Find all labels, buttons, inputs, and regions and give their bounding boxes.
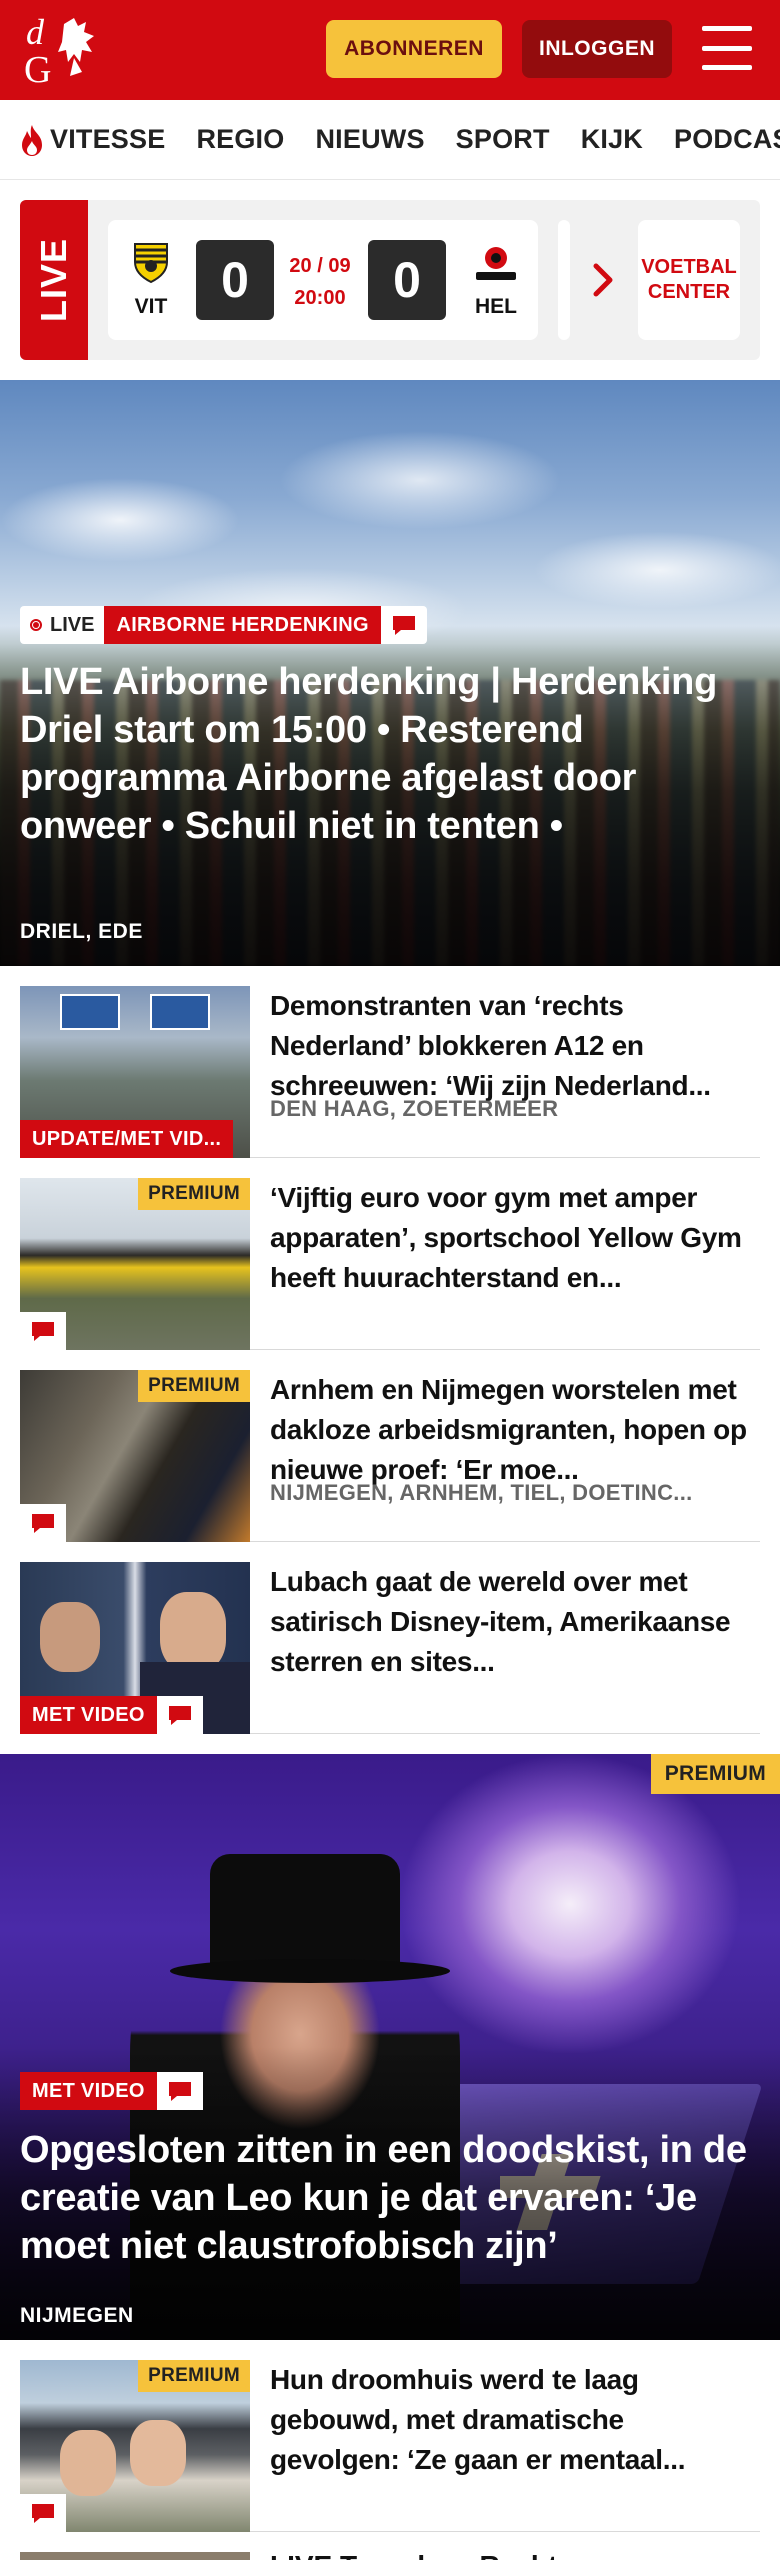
- site-logo[interactable]: d G: [20, 10, 116, 90]
- svg-text:d: d: [26, 12, 45, 52]
- nav-item-vitesse[interactable]: VITESSE: [18, 123, 165, 157]
- article-thumbnail: PREMIUM: [20, 1178, 250, 1350]
- article-list-2: PREMIUM Hun droomhuis werd te laag gebou…: [0, 2340, 780, 2532]
- nav-item-sport[interactable]: SPORT: [456, 124, 550, 155]
- comment-icon: [380, 606, 427, 644]
- feature-article[interactable]: PREMIUM MET VIDEO Opgesloten zitten in e…: [0, 1754, 780, 2340]
- dg-logo-icon: d G: [24, 12, 94, 90]
- article-headline[interactable]: LIVE Tweede ... Rechter...: [270, 2546, 606, 2560]
- list-item[interactable]: PREMIUM Hun droomhuis werd te laag gebou…: [20, 2340, 760, 2532]
- category-badge: AIRBORNE HERDENKING: [104, 606, 381, 644]
- vitesse-crest-icon: [134, 243, 168, 284]
- match-date: 20 / 09: [289, 255, 351, 277]
- home-score: 0: [196, 240, 274, 320]
- feature-location: NIJMEGEN: [20, 2304, 134, 2327]
- svg-text:G: G: [24, 49, 51, 90]
- article-location: DEN HAAG, ZOETERMEER: [270, 1096, 559, 1121]
- main-nav: VITESSE REGIO NIEUWS SPORT KIJK PODCAST: [0, 100, 780, 180]
- live-label: LIVE: [20, 200, 88, 360]
- site-header: d G ABONNEREN INLOGGEN: [0, 0, 780, 100]
- comment-icon: [20, 2494, 66, 2532]
- nav-item-regio[interactable]: REGIO: [196, 124, 284, 155]
- feature-headline[interactable]: Opgesloten zitten in een doodskist, in d…: [20, 2126, 760, 2270]
- home-team-code: VIT: [134, 295, 168, 318]
- menu-icon[interactable]: [702, 26, 752, 70]
- article-thumbnail: MET VIDEO: [20, 1562, 250, 1734]
- list-item[interactable]: LIVE Tweede ... Rechter...: [0, 2532, 780, 2560]
- premium-badge: PREMIUM: [650, 1754, 780, 1794]
- article-list: UPDATE/MET VID... Demonstranten van ‘rec…: [0, 966, 780, 1734]
- live-badge: LIVE: [20, 606, 105, 644]
- nav-item-label: VITESSE: [50, 124, 166, 154]
- list-item[interactable]: MET VIDEO Lubach gaat de wereld over met…: [20, 1542, 760, 1734]
- comment-icon: [20, 1504, 66, 1542]
- match-datetime: 20 / 09 20:00: [280, 250, 360, 314]
- hero-location: DRIEL, EDE: [20, 920, 143, 943]
- premium-badge: PREMIUM: [138, 1370, 250, 1402]
- nav-item-podcast[interactable]: PODCAST: [674, 124, 780, 155]
- comment-icon: [156, 1696, 203, 1734]
- live-dot-icon: [30, 619, 42, 631]
- subscribe-button[interactable]: ABONNEREN: [326, 20, 502, 78]
- voetbal-center-link[interactable]: VOETBAL CENTER: [638, 220, 740, 340]
- comment-icon: [156, 2072, 203, 2110]
- away-team: HEL: [470, 240, 522, 319]
- hero-tags: LIVE AIRBORNE HERDENKING: [20, 606, 427, 644]
- comment-icon: [20, 1312, 66, 1350]
- article-headline[interactable]: Lubach gaat de wereld over met satirisch…: [270, 1562, 760, 1682]
- nav-item-kijk[interactable]: KIJK: [581, 124, 643, 155]
- helmond-sport-crest-icon: [476, 247, 516, 280]
- article-badge: MET VIDEO: [20, 1696, 157, 1734]
- article-headline[interactable]: Hun droomhuis werd te laag gebouwd, met …: [270, 2360, 760, 2480]
- flame-icon: [22, 124, 42, 156]
- premium-badge: PREMIUM: [138, 2360, 250, 2392]
- article-headline[interactable]: ‘Vijftig euro voor gym met amper apparat…: [270, 1178, 760, 1298]
- article-headline[interactable]: Arnhem en Nijmegen worstelen met dakloze…: [270, 1370, 760, 1490]
- list-item[interactable]: PREMIUM ‘Vijftig euro voor gym met amper…: [20, 1158, 760, 1350]
- nav-item-nieuws[interactable]: NIEUWS: [315, 124, 424, 155]
- premium-badge: PREMIUM: [138, 1178, 250, 1210]
- match-card[interactable]: VIT 0 20 / 09 20:00 0 HEL: [108, 220, 538, 340]
- list-item[interactable]: PREMIUM Arnhem en Nijmegen worstelen met…: [20, 1350, 760, 1542]
- away-team-code: HEL: [475, 295, 517, 318]
- article-location: NIJMEGEN, ARNHEM, TIEL, DOETINC...: [270, 1480, 693, 1505]
- home-team: VIT: [126, 240, 176, 319]
- article-badge: UPDATE/MET VID...: [20, 1120, 234, 1158]
- article-thumbnail: PREMIUM: [20, 1370, 250, 1542]
- article-thumbnail: UPDATE/MET VID...: [20, 986, 250, 1158]
- list-item[interactable]: UPDATE/MET VID... Demonstranten van ‘rec…: [20, 966, 760, 1158]
- article-thumbnail: [20, 2552, 250, 2560]
- article-thumbnail: PREMIUM: [20, 2360, 250, 2532]
- hero-headline[interactable]: LIVE Airborne herdenking | Herdenking Dr…: [20, 658, 760, 850]
- live-scoreboard: LIVE VIT 0 20 / 09 20:00 0 HEL VOETBAL C…: [20, 200, 760, 360]
- away-score: 0: [368, 240, 446, 320]
- chevron-right-icon[interactable]: [588, 260, 618, 300]
- next-match-card[interactable]: [558, 220, 570, 340]
- hero-article[interactable]: LIVE AIRBORNE HERDENKING LIVE Airborne h…: [0, 380, 780, 966]
- match-time: 20:00: [294, 287, 346, 309]
- feature-tags: MET VIDEO: [20, 2072, 203, 2110]
- video-badge: MET VIDEO: [20, 2072, 157, 2110]
- login-button[interactable]: INLOGGEN: [522, 20, 672, 78]
- article-headline[interactable]: Demonstranten van ‘rechts Nederland’ blo…: [270, 986, 760, 1106]
